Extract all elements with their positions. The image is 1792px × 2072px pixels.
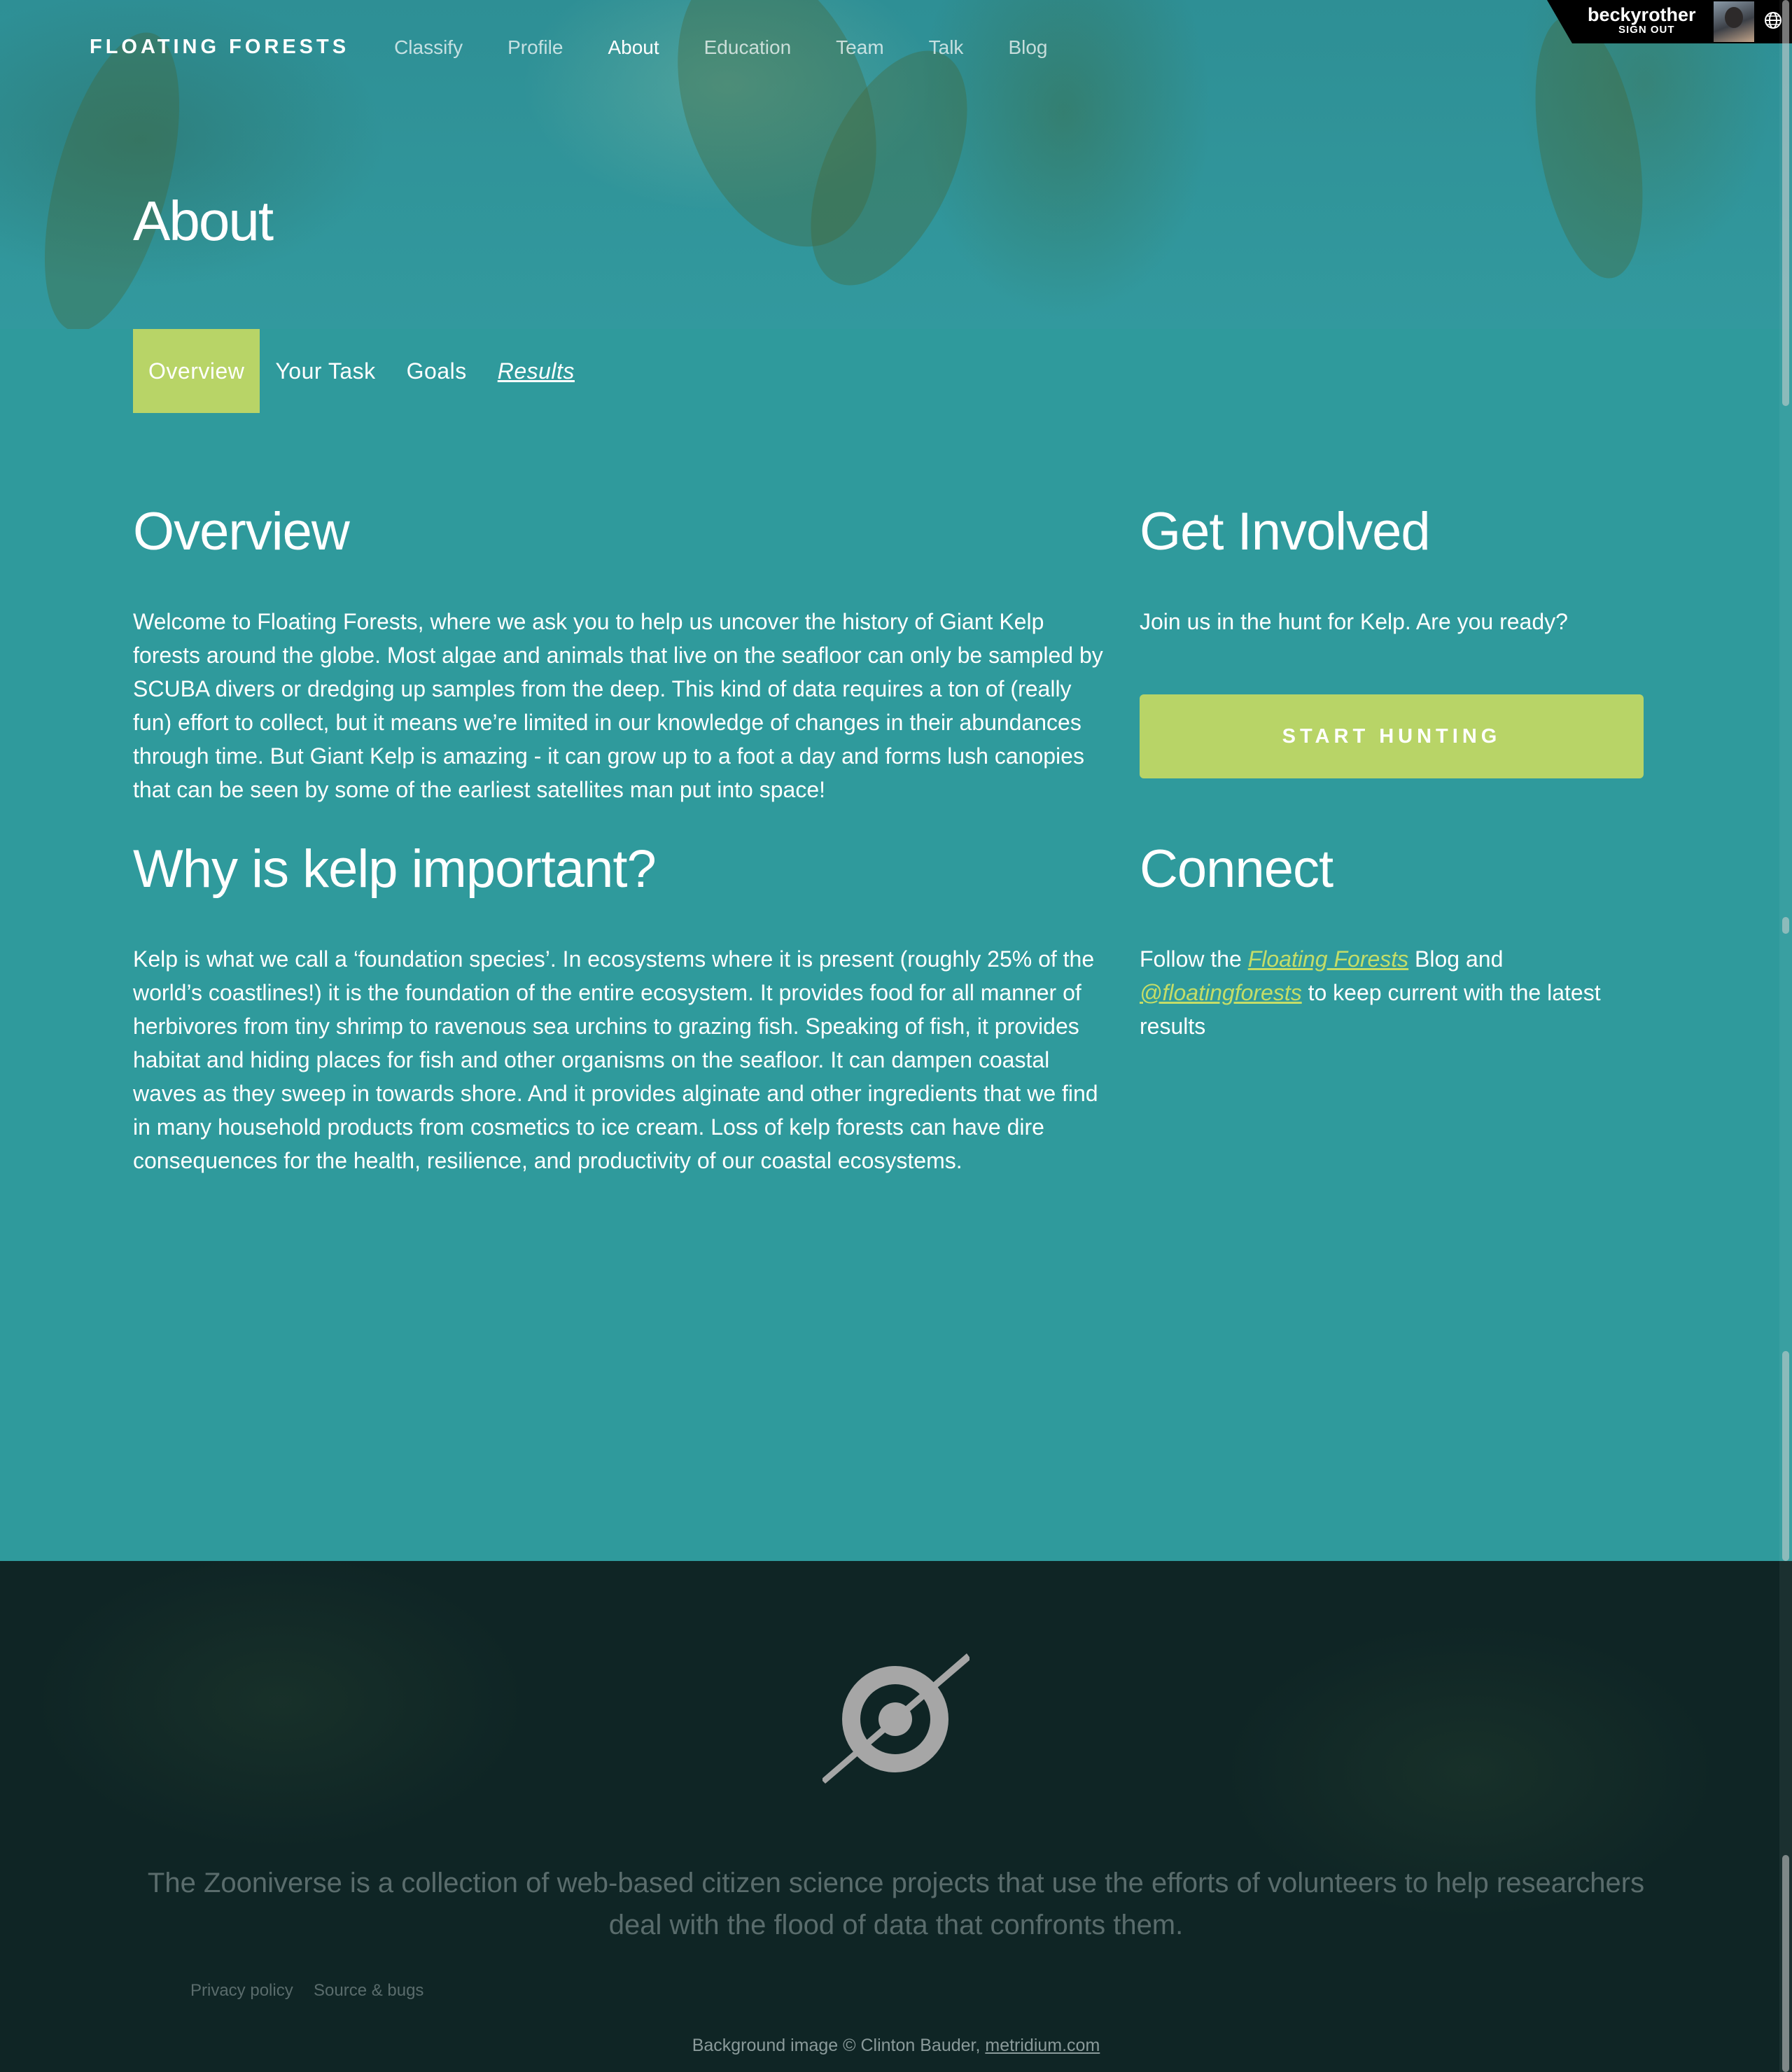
about-tabs: Overview Your Task Goals Results: [133, 329, 590, 413]
scrollbar-marker: [1782, 1855, 1789, 2072]
nav-blog[interactable]: Blog: [1008, 36, 1047, 59]
start-hunting-button[interactable]: START HUNTING: [1140, 694, 1644, 778]
scrollbar-marker: [1782, 917, 1789, 934]
get-involved-heading: Get Involved: [1140, 502, 1431, 561]
tab-overview[interactable]: Overview: [133, 329, 260, 413]
nav-team[interactable]: Team: [836, 36, 883, 59]
blog-link[interactable]: Floating Forests: [1248, 946, 1408, 972]
page-title: About: [133, 190, 274, 252]
get-involved-text: Join us in the hunt for Kelp. Are you re…: [1140, 609, 1568, 634]
scrollbar-marker: [1782, 1351, 1789, 1561]
nav-talk[interactable]: Talk: [929, 36, 964, 59]
source-bugs-link[interactable]: Source & bugs: [314, 1981, 424, 2001]
tab-results[interactable]: Results: [482, 329, 590, 413]
sign-out-link[interactable]: SIGN OUT: [1618, 24, 1675, 36]
background-credit: Background image © Clinton Bauder, metri…: [0, 2036, 1792, 2056]
overview-text: Welcome to Floating Forests, where we as…: [133, 609, 1103, 802]
why-text: Kelp is what we call a ‘foundation speci…: [133, 946, 1098, 1173]
nav-about[interactable]: About: [608, 36, 659, 59]
credit-text: Background image © Clinton Bauder,: [692, 2036, 986, 2055]
avatar[interactable]: [1714, 1, 1754, 42]
why-heading: Why is kelp important?: [133, 839, 657, 899]
tab-goals[interactable]: Goals: [391, 329, 482, 413]
zooniverse-logo-icon[interactable]: [822, 1652, 969, 1785]
username[interactable]: beckyrother: [1588, 4, 1696, 26]
scrollbar[interactable]: [1779, 0, 1792, 2072]
nav-education[interactable]: Education: [704, 36, 792, 59]
connect-mid: Blog and: [1408, 946, 1504, 972]
scrollbar-thumb[interactable]: [1782, 0, 1789, 406]
twitter-link[interactable]: @floatingforests: [1140, 980, 1302, 1005]
nav-classify[interactable]: Classify: [394, 36, 463, 59]
nav-profile[interactable]: Profile: [507, 36, 563, 59]
user-bar: beckyrother SIGN OUT: [1547, 0, 1792, 43]
tab-your-task[interactable]: Your Task: [260, 329, 391, 413]
metridium-link[interactable]: metridium.com: [985, 2036, 1100, 2055]
site-logo[interactable]: FLOATING FORESTS: [90, 36, 349, 59]
privacy-policy-link[interactable]: Privacy policy: [190, 1981, 293, 2001]
connect-text: Follow the Floating Forests Blog and @flo…: [1140, 942, 1644, 1043]
top-nav: FLOATING FORESTS Classify Profile About …: [0, 0, 1540, 94]
hero-banner: FLOATING FORESTS Classify Profile About …: [0, 0, 1792, 329]
connect-pre: Follow the: [1140, 946, 1248, 972]
overview-heading: Overview: [133, 502, 350, 561]
zooniverse-description: The Zooniverse is a collection of web-ba…: [147, 1868, 1645, 1940]
connect-heading: Connect: [1140, 839, 1334, 899]
